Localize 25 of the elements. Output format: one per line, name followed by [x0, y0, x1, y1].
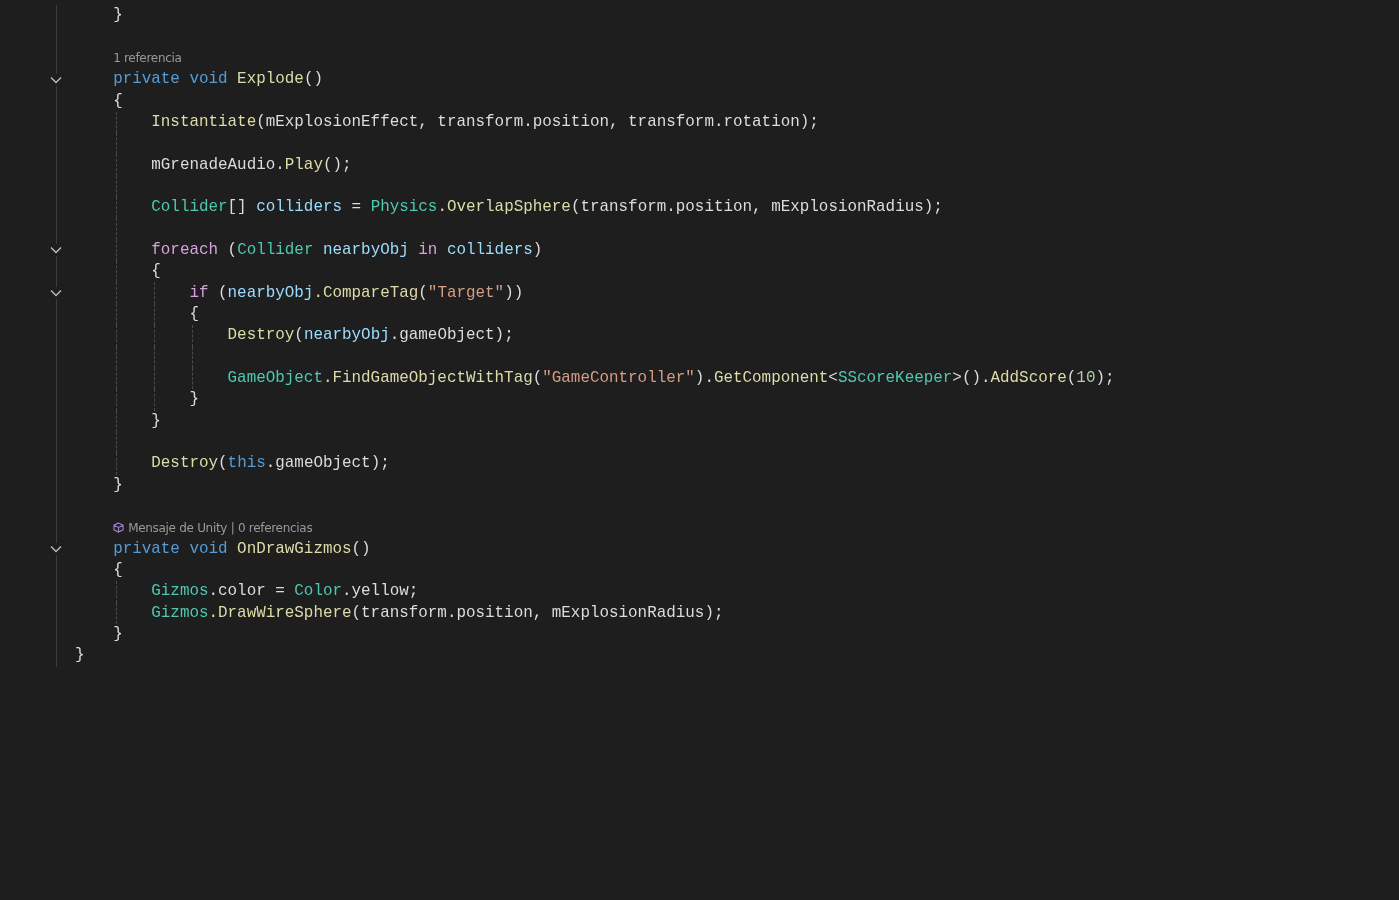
code-line: } — [189, 389, 199, 411]
code-line: } — [75, 645, 85, 667]
code-lens-text[interactable]: 1 referencia — [113, 49, 182, 68]
code-line: } — [151, 410, 161, 432]
code-line: { — [189, 304, 199, 325]
code-line: private void OnDrawGizmos() — [113, 538, 371, 560]
code-line: foreach (Collider nearbyObj in colliders) — [151, 239, 543, 261]
code-line: Destroy(this.gameObject); — [151, 453, 390, 475]
code-line: } — [113, 474, 123, 496]
code-line: Instantiate(mExplosionEffect, transform.position, transform.rotation); — [151, 111, 819, 133]
code-line: Collider[] colliders = Physics.OverlapSphere(transform.position, mExplosionRadius); — [151, 197, 943, 219]
code-line: { — [113, 560, 123, 582]
code-line: mGrenadeAudio.Play(); — [151, 154, 352, 176]
code-line: { — [151, 261, 161, 283]
code-line: Gizmos.DrawWireSphere(transform.position, mExplosionRadius); — [151, 602, 724, 624]
code-line: { — [113, 90, 123, 112]
code-line: private void Explode() — [113, 69, 323, 91]
code-line: } — [113, 5, 123, 27]
code-line: } — [113, 624, 123, 646]
code-line: Gizmos.color = Color.yellow; — [151, 581, 419, 603]
code-line: if (nearbyObj.CompareTag("Target")) — [189, 282, 524, 304]
code-line: Destroy(nearbyObj.gameObject); — [227, 325, 514, 347]
code-lens-text[interactable]: Mensaje de Unity | 0 referencias — [128, 518, 313, 537]
code-line: GameObject.FindGameObjectWithTag("GameController").GetComponent<SScoreKeeper>().AddScore(10); — [227, 368, 1115, 389]
cube-icon — [113, 522, 125, 534]
